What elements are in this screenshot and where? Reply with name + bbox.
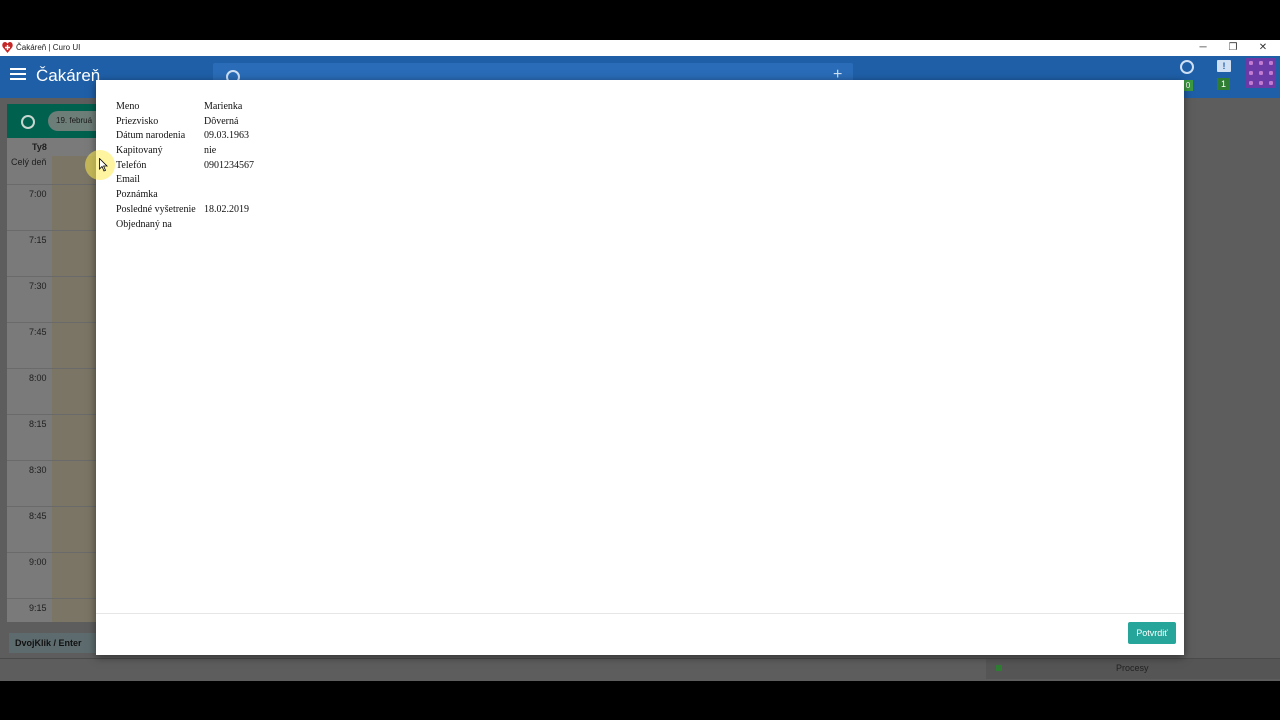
row-value: 18.02.2019: [204, 203, 249, 215]
menu-icon[interactable]: [10, 68, 26, 86]
message-count-badge: 1: [1217, 78, 1230, 90]
date-chip[interactable]: 19. februá: [48, 111, 96, 131]
sync-icon[interactable]: [1180, 60, 1194, 74]
time-label: 8:45: [29, 511, 47, 521]
mouse-cursor-icon: [99, 158, 108, 172]
info-row-phone: Telefón 0901234567: [116, 159, 254, 174]
time-label: 7:30: [29, 281, 47, 291]
time-label: 7:15: [29, 235, 47, 245]
time-label: 8:30: [29, 465, 47, 475]
hint-label: DvojKlik / Enter: [9, 633, 96, 653]
row-label: Dátum narodenia: [116, 130, 186, 142]
time-slot-line: [7, 552, 96, 553]
time-label: 8:15: [29, 419, 47, 429]
time-slot-line: [7, 414, 96, 415]
message-icon[interactable]: !: [1217, 60, 1231, 72]
row-value: Dôverná: [204, 115, 239, 127]
window-title: Čakáreň | Curo UI: [16, 43, 81, 52]
time-slot-line: [7, 322, 96, 323]
info-row-note: Poznámka: [116, 188, 254, 203]
info-row-last-exam: Posledné vyšetrenie 18.02.2019: [116, 203, 254, 218]
time-slot-line: [7, 184, 96, 185]
app-heart-icon: [2, 42, 13, 53]
row-value: 0901234567: [204, 159, 254, 171]
confirm-button[interactable]: Potvrdiť: [1128, 622, 1176, 644]
row-label: Priezvisko: [116, 115, 159, 127]
row-value: nie: [204, 145, 217, 157]
time-slot-line: [7, 598, 96, 599]
page-title: Čakáreň: [36, 66, 101, 85]
clock-icon[interactable]: [21, 115, 35, 129]
minimize-button[interactable]: ─: [1188, 40, 1218, 55]
dialog-divider: [96, 613, 1184, 614]
row-label: Kapitovaný: [116, 145, 163, 157]
row-value: [204, 218, 254, 233]
time-label: 8:00: [29, 373, 47, 383]
processes-label: Procesy: [1116, 663, 1149, 673]
time-slot-line: [7, 230, 96, 231]
info-row-capitated: Kapitovaný nie: [116, 144, 254, 159]
time-label: 9:00: [29, 557, 47, 567]
row-value: 09.03.1963: [204, 130, 249, 142]
time-slot-line: [7, 460, 96, 461]
row-value: [204, 173, 254, 188]
row-label: Telefón: [116, 159, 147, 171]
row-label: Posledné vyšetrenie: [116, 203, 196, 215]
process-status-icon: [996, 665, 1002, 671]
row-label: Email: [116, 174, 140, 186]
time-label: 7:00: [29, 189, 47, 199]
close-window-button[interactable]: ✕: [1248, 40, 1278, 55]
time-slot-line: [7, 368, 96, 369]
day-label: Ty8: [32, 142, 47, 152]
row-value: Marienka: [204, 101, 243, 112]
time-label: 9:15: [29, 603, 47, 613]
sync-badge: 0: [1183, 80, 1193, 91]
info-row-name: Meno Marienka: [116, 100, 254, 115]
row-label: Poznámka: [116, 189, 158, 201]
info-row-surname: Priezvisko Dôverná: [116, 115, 254, 130]
time-slot-line: [7, 506, 96, 507]
row-label: Objednaný na: [116, 218, 172, 230]
info-row-birthdate: Dátum narodenia 09.03.1963: [116, 129, 254, 144]
window-titlebar: Čakáreň | Curo UI ─ ❐ ✕: [0, 40, 1280, 57]
all-day-label: Celý deň: [11, 157, 47, 167]
avatar[interactable]: [1246, 58, 1276, 88]
info-row-appointment: Objednaný na: [116, 218, 254, 233]
patient-info-dialog: Meno Marienka Priezvisko Dôverná Dátum nar…: [96, 80, 1184, 655]
patient-info-table: Meno Marienka Priezvisko Dôverná Dátum nar…: [116, 100, 254, 232]
row-label: Meno: [116, 101, 140, 112]
row-value: [204, 188, 254, 203]
restore-button[interactable]: ❐: [1218, 40, 1248, 55]
time-slot-line: [7, 276, 96, 277]
info-row-email: Email: [116, 173, 254, 188]
time-label: 7:45: [29, 327, 47, 337]
